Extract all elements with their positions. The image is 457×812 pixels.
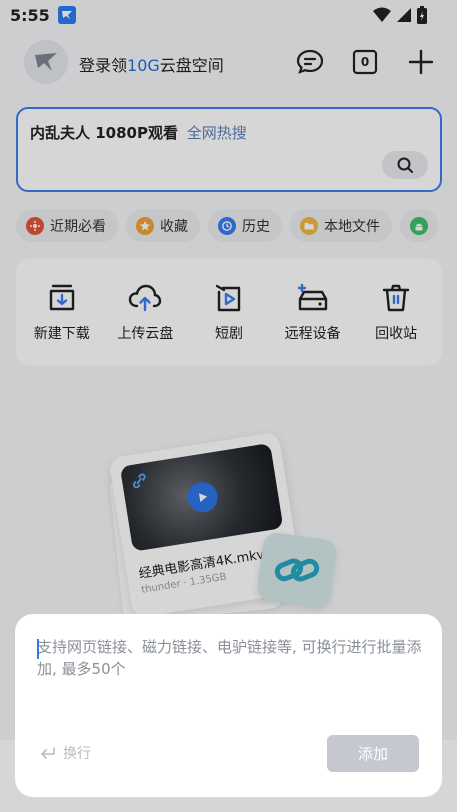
- return-arrow-icon: [41, 747, 55, 759]
- newline-label: 换行: [63, 746, 91, 762]
- add-link-button[interactable]: 添加: [327, 735, 419, 772]
- link-input[interactable]: [37, 636, 422, 726]
- text-caret: [37, 639, 39, 659]
- add-link-sheet: 换行 添加: [15, 614, 442, 797]
- app-root: 5:55 登录领10G云盘空间 0 内乱夫人 1080P观看 全网热搜 近期必看…: [0, 0, 457, 812]
- newline-button[interactable]: 换行: [39, 742, 91, 764]
